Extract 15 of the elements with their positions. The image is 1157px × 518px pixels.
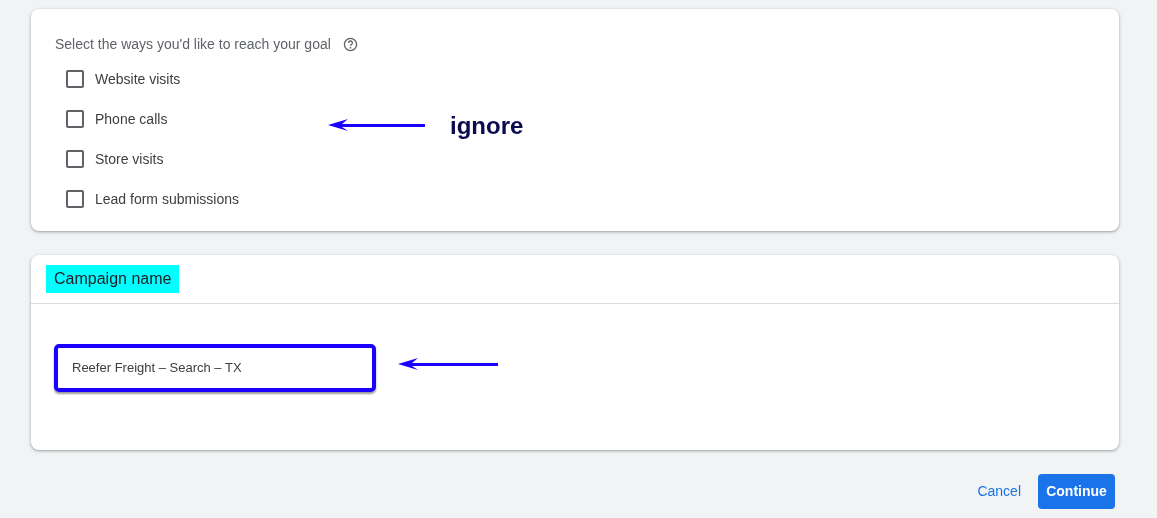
campaign-name-field[interactable]: Reefer Freight – Search – TX (54, 344, 376, 392)
section-question: Select the ways you'd like to reach your goal (55, 35, 331, 54)
help-icon[interactable] (342, 37, 358, 52)
checkbox-label: Lead form submissions (95, 189, 239, 209)
checkbox[interactable] (66, 70, 84, 88)
cancel-button[interactable]: Cancel (977, 481, 1021, 502)
checkbox-label: Phone calls (95, 109, 168, 129)
checkbox[interactable] (66, 150, 84, 168)
checkbox[interactable] (66, 190, 84, 208)
continue-button[interactable]: Continue (1038, 474, 1115, 509)
checkbox-label: Website visits (95, 69, 181, 89)
annotation-text: ignore (450, 111, 524, 141)
checkbox-label: Store visits (95, 149, 164, 169)
section-title: Campaign name (46, 265, 180, 293)
checkbox[interactable] (66, 110, 84, 128)
